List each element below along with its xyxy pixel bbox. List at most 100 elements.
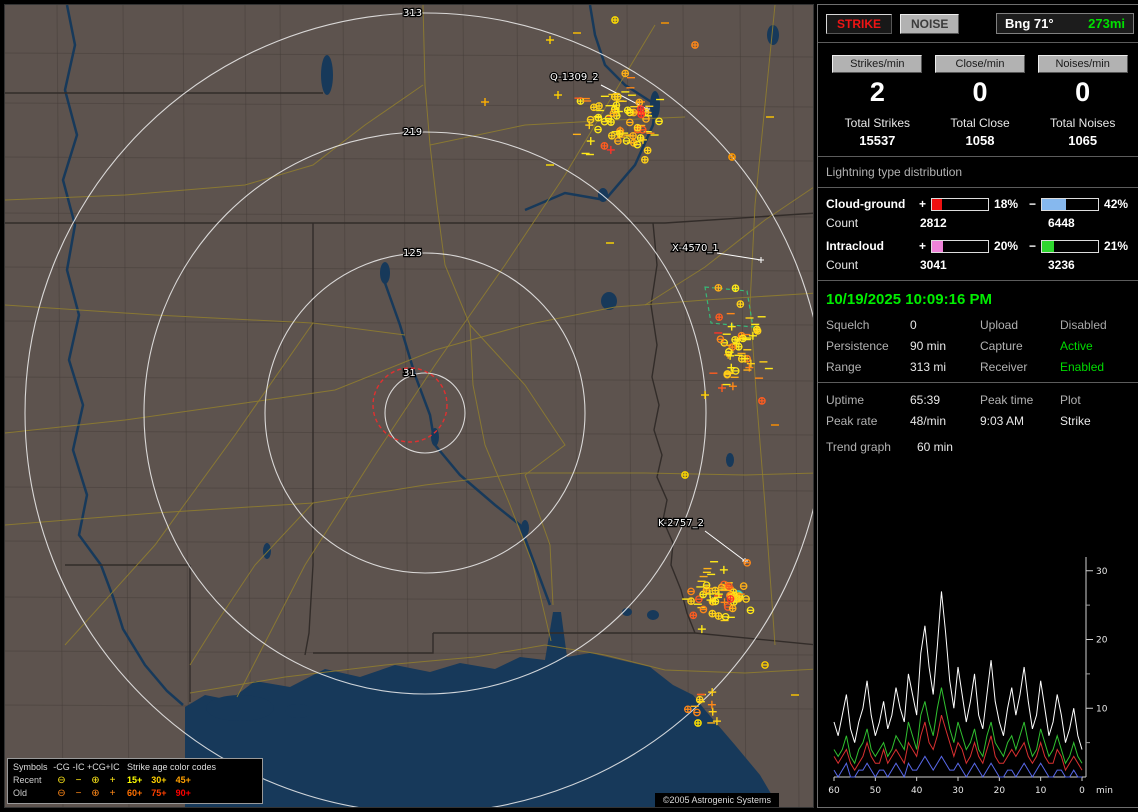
close-rate-column: Close/min 0 Total Close 1058 bbox=[929, 55, 1032, 148]
trend-ytick-label: 20 bbox=[1096, 636, 1108, 646]
upload-value: Disabled bbox=[1060, 318, 1134, 332]
plus-sign: + bbox=[919, 239, 926, 253]
legend-old-label: Old bbox=[13, 787, 53, 800]
info-grid: Uptime 65:39 Peak time Plot Peak rate 48… bbox=[826, 393, 1134, 428]
ic-minus-count: 3236 bbox=[1048, 258, 1134, 272]
capture-label: Capture bbox=[980, 339, 1060, 353]
range-label: Range bbox=[826, 360, 910, 374]
age-60-label: 60+ bbox=[127, 787, 142, 800]
minus-sign: − bbox=[1029, 197, 1036, 211]
neg-cg-recent-icon: ⊖ bbox=[53, 775, 70, 787]
ic-plus-bar bbox=[931, 240, 989, 253]
age-15-label: 15+ bbox=[127, 774, 142, 787]
range-ring-label: 31 bbox=[403, 368, 416, 379]
copyright-text: ©2005 Astrogenic Systems bbox=[655, 793, 779, 807]
peak-time-label: Peak time bbox=[980, 393, 1060, 407]
legend-recent-row: Recent ⊖ − ⊕ + 15+ 30+ 45+ bbox=[13, 774, 257, 787]
cg-plus-bar bbox=[931, 198, 989, 211]
legend-col-pos-ic: +IC bbox=[104, 761, 121, 774]
strikes-rate-column: Strikes/min 2 Total Strikes 15537 bbox=[826, 55, 929, 148]
legend-col-pos-cg: +CG bbox=[87, 761, 104, 774]
ic-plus-pct: 20% bbox=[994, 239, 1024, 253]
noises-per-min-value: 0 bbox=[1031, 77, 1134, 108]
peak-rate-label: Peak rate bbox=[826, 414, 910, 428]
age-75-label: 75+ bbox=[151, 787, 166, 800]
trend-xtick-label: 10 bbox=[1035, 786, 1047, 796]
trend-graph: 1020306050403020100min bbox=[826, 551, 1134, 799]
nexstorm-window: 31125219313Q-1309_2X-4570_1K-2757_2 Symb… bbox=[0, 0, 1138, 812]
legend-age-header: Strike age color codes bbox=[121, 761, 257, 774]
noise-indicator[interactable]: NOISE bbox=[900, 14, 959, 34]
plot-value: Strike bbox=[1060, 414, 1134, 428]
total-strikes-value: 15537 bbox=[826, 133, 929, 148]
neg-ic-old-icon: − bbox=[70, 788, 87, 800]
trend-ytick-label: 10 bbox=[1096, 704, 1108, 714]
ic-minus-bar bbox=[1041, 240, 1099, 253]
cg-plus-count: 2812 bbox=[920, 216, 1048, 230]
total-noises-label: Total Noises bbox=[1031, 116, 1134, 130]
legend-col-neg-cg: -CG bbox=[53, 761, 70, 774]
receiver-label: Receiver bbox=[980, 360, 1060, 374]
legend-old-row: Old ⊖ − ⊕ + 60+ 75+ 90+ bbox=[13, 787, 257, 800]
legend-col-neg-ic: -IC bbox=[70, 761, 87, 774]
peak-rate-value: 48/min bbox=[910, 414, 980, 428]
legend-recent-label: Recent bbox=[13, 774, 53, 787]
pos-cg-recent-icon: ⊕ bbox=[87, 775, 104, 787]
trend-ytick-label: 30 bbox=[1096, 567, 1108, 577]
age-90-label: 90+ bbox=[176, 787, 191, 800]
range-ring-label: 313 bbox=[403, 8, 422, 19]
uptime-label: Uptime bbox=[826, 393, 910, 407]
age-30-label: 30+ bbox=[151, 774, 166, 787]
range-value: 313 mi bbox=[910, 360, 980, 374]
cg-minus-pct: 42% bbox=[1104, 197, 1134, 211]
cloud-ground-label: Cloud-ground bbox=[826, 197, 914, 211]
strikes-per-min-button[interactable]: Strikes/min bbox=[832, 55, 922, 73]
squelch-value: 0 bbox=[910, 318, 980, 332]
receiver-value: Enabled bbox=[1060, 360, 1134, 374]
strike-indicator[interactable]: STRIKE bbox=[826, 14, 892, 34]
datetime-box: 10/19/2025 10:09:16 PM bbox=[826, 291, 1134, 308]
lightning-map[interactable]: 31125219313Q-1309_2X-4570_1K-2757_2 Symb… bbox=[4, 4, 814, 808]
total-close-value: 1058 bbox=[929, 133, 1032, 148]
cg-count-label: Count bbox=[826, 216, 920, 230]
ic-count-label: Count bbox=[826, 258, 920, 272]
squelch-label: Squelch bbox=[826, 318, 910, 332]
persistence-value: 90 min bbox=[910, 339, 980, 353]
persistence-label: Persistence bbox=[826, 339, 910, 353]
indicator-row: STRIKE NOISE Bng 71° 273mi bbox=[826, 13, 1134, 34]
ic-plus-count: 3041 bbox=[920, 258, 1048, 272]
status-grid: Squelch 0 Upload Disabled Persistence 90… bbox=[826, 318, 1134, 374]
plus-sign: + bbox=[919, 197, 926, 211]
total-noises-value: 1065 bbox=[1031, 133, 1134, 148]
minus-sign: − bbox=[1029, 239, 1036, 253]
range-ring-label: 219 bbox=[403, 127, 422, 138]
plot-label: Plot bbox=[1060, 393, 1134, 407]
cg-minus-bar bbox=[1041, 198, 1099, 211]
distance-value: 273mi bbox=[1088, 16, 1125, 31]
capture-value: Active bbox=[1060, 339, 1134, 353]
trend-xtick-label: 20 bbox=[994, 786, 1006, 796]
pos-cg-old-icon: ⊕ bbox=[87, 788, 104, 800]
bearing-box: Bng 71° 273mi bbox=[996, 13, 1134, 34]
range-ring-label: 125 bbox=[403, 248, 422, 259]
trend-xtick-label: 30 bbox=[952, 786, 964, 796]
cloud-ground-row: Cloud-ground + 18% − 42% bbox=[826, 197, 1134, 211]
storm-cell-label: K-2757_2 bbox=[658, 518, 704, 529]
pos-ic-old-icon: + bbox=[104, 788, 121, 800]
close-per-min-button[interactable]: Close/min bbox=[935, 55, 1025, 73]
noises-rate-column: Noises/min 0 Total Noises 1065 bbox=[1031, 55, 1134, 148]
age-45-label: 45+ bbox=[176, 774, 191, 787]
intracloud-label: Intracloud bbox=[826, 239, 914, 253]
noises-per-min-button[interactable]: Noises/min bbox=[1038, 55, 1128, 73]
map-canvas[interactable]: 31125219313Q-1309_2X-4570_1K-2757_2 bbox=[5, 5, 813, 807]
legend-symbols-header: Symbols bbox=[13, 761, 53, 774]
storm-cell-label: Q-1309_2 bbox=[550, 72, 599, 83]
trend-xtick-label: 40 bbox=[911, 786, 923, 796]
trend-x-unit-label: min bbox=[1096, 786, 1113, 796]
cg-minus-count: 6448 bbox=[1048, 216, 1134, 230]
bearing-value: Bng 71° bbox=[1005, 16, 1054, 31]
trend-graph-window: 60 min bbox=[917, 440, 953, 454]
trend-graph-header: Trend graph 60 min bbox=[826, 440, 1134, 454]
ic-minus-pct: 21% bbox=[1104, 239, 1134, 253]
trend-xtick-label: 0 bbox=[1079, 786, 1085, 796]
